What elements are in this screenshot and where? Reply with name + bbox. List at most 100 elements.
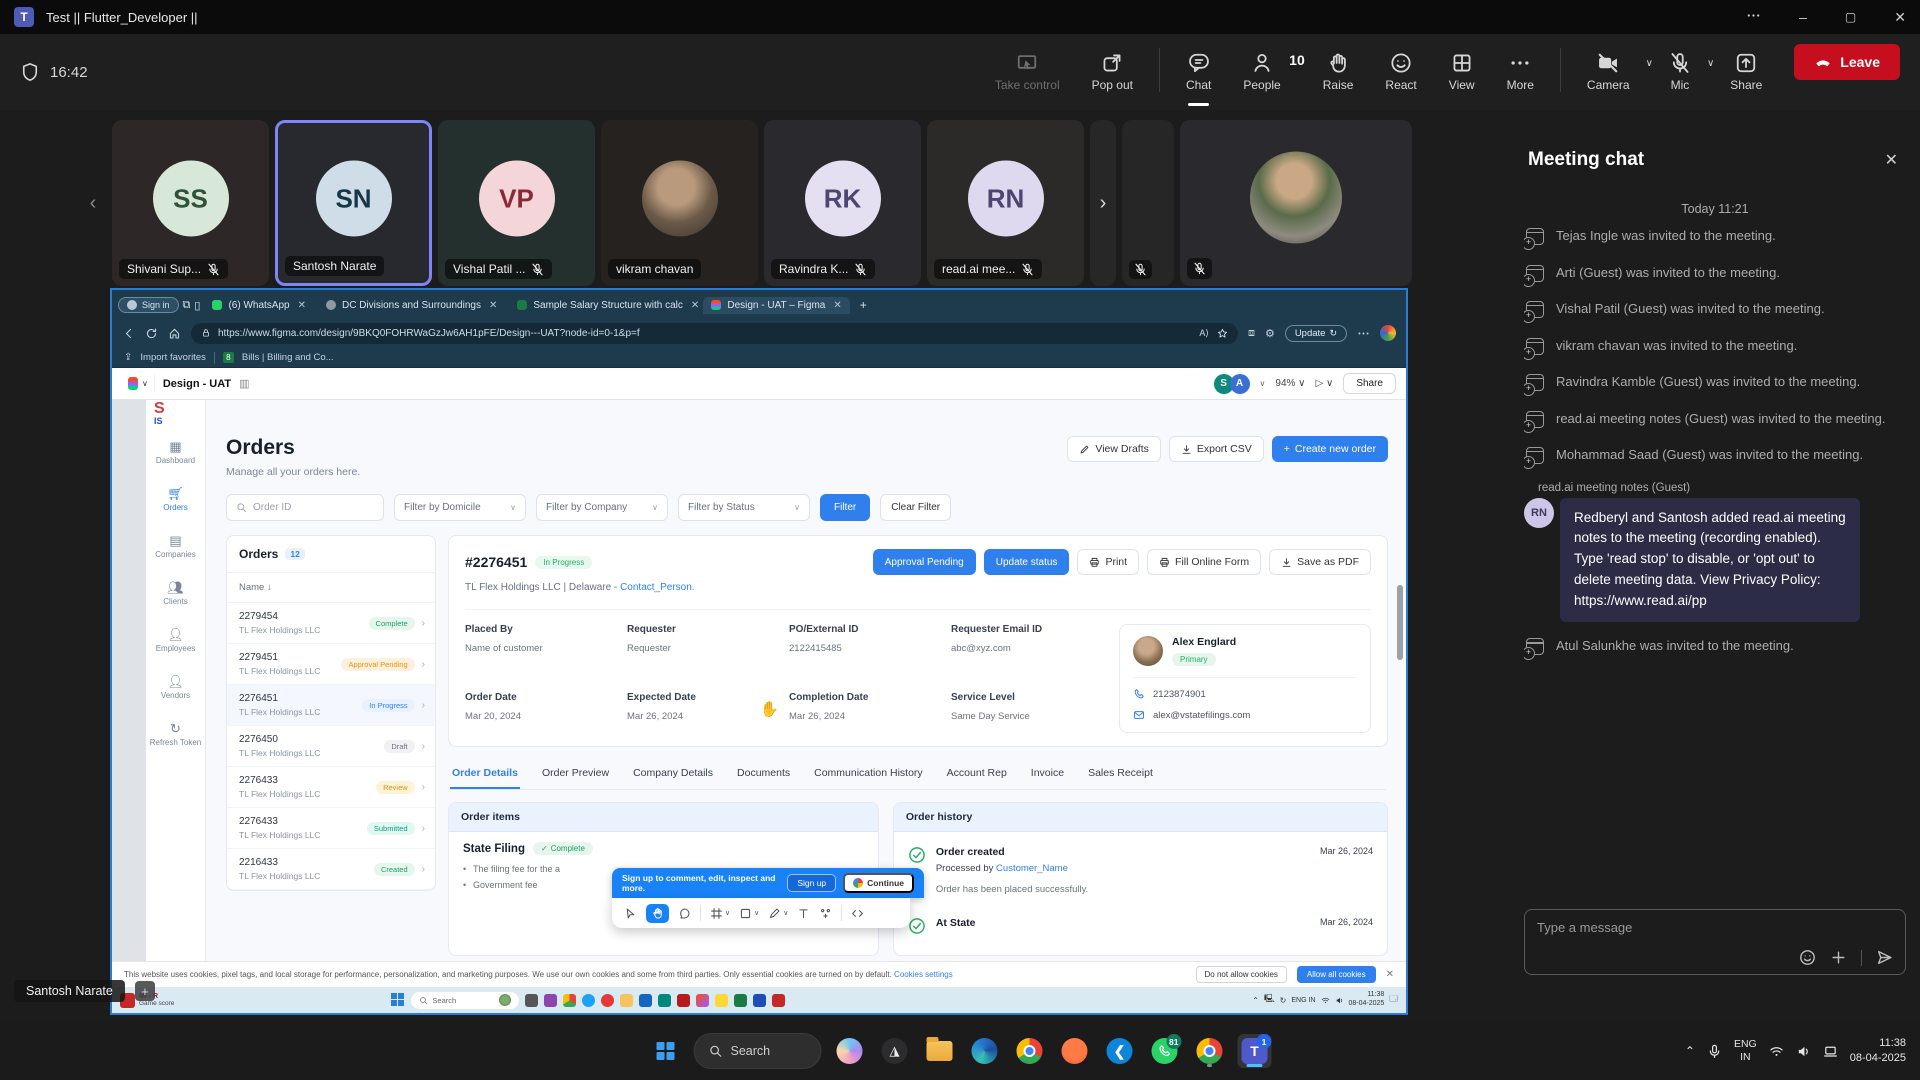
tiles-next-icon[interactable]: › [1090, 120, 1116, 286]
tray-expand-icon[interactable]: ⌃ [1685, 1044, 1695, 1058]
tab-actions-icon[interactable]: ⧉ [183, 299, 191, 312]
order-row[interactable]: 2276433TL Flex Holdings LLC Review› [227, 767, 435, 808]
google-continue-button[interactable]: Continue [843, 873, 914, 893]
app-icon[interactable] [696, 994, 709, 1007]
wifi-icon[interactable] [1769, 1044, 1784, 1059]
camera-button[interactable]: Camera [1571, 44, 1646, 100]
tab-documents[interactable]: Documents [735, 761, 792, 789]
tab-order-details[interactable]: Order Details [450, 761, 520, 789]
brave-icon[interactable] [1058, 1034, 1092, 1068]
home-icon[interactable] [168, 327, 181, 340]
tab-sales-receipt[interactable]: Sales Receipt [1086, 761, 1155, 789]
approval-pending-button[interactable]: Approval Pending [873, 549, 976, 575]
comment-tool-icon[interactable] [678, 907, 691, 920]
battery-icon[interactable] [1823, 1044, 1838, 1059]
refresh-icon[interactable] [145, 327, 158, 340]
app-icon[interactable] [544, 994, 557, 1007]
file-explorer-icon[interactable] [923, 1034, 957, 1068]
order-row[interactable]: 2276450TL Flex Holdings LLC Draft› [227, 726, 435, 767]
people-button[interactable]: People 10 [1227, 44, 1306, 100]
bookmark-item[interactable]: Bills | Billing and Co... [242, 352, 334, 363]
edge-icon[interactable] [968, 1034, 1002, 1068]
browser-menu-icon[interactable] [1357, 327, 1370, 340]
order-row[interactable]: 2279454TL Flex Holdings LLC Complete› [227, 603, 435, 644]
app-icon[interactable] [658, 994, 671, 1007]
pop-out-button[interactable]: Pop out [1076, 44, 1149, 100]
start-button[interactable] [391, 993, 405, 1007]
tab-invoice[interactable]: Invoice [1029, 761, 1066, 789]
cursor-app-icon[interactable]: ◮ [878, 1034, 912, 1068]
taskbar-clock[interactable]: 11:3808-04-2025 [1349, 991, 1385, 1009]
pen-tool-icon[interactable]: ∨ [768, 907, 788, 920]
tab-close-icon[interactable]: ✕ [298, 300, 306, 311]
attach-plus-icon[interactable] [1830, 949, 1847, 966]
start-button[interactable] [649, 1034, 683, 1068]
chat-input[interactable]: Type a message [1524, 909, 1906, 975]
emoji-icon[interactable] [1799, 949, 1816, 966]
app-icon[interactable] [563, 994, 576, 1007]
tab-close-icon[interactable]: ✕ [691, 300, 699, 311]
favorite-star-icon[interactable] [1217, 328, 1228, 339]
tab-order-preview[interactable]: Order Preview [540, 761, 611, 789]
bookmark-item[interactable]: Import favorites [140, 352, 205, 363]
allow-cookies-button[interactable]: Allow all cookies [1297, 966, 1376, 983]
tray-sync-icon[interactable]: ↻ [1280, 996, 1287, 1005]
tray-icon[interactable]: 🖳︎ [1264, 993, 1275, 1007]
customer-name-link[interactable]: Customer_Name [996, 863, 1068, 874]
order-id-search-input[interactable]: Order ID [226, 494, 384, 521]
cookie-close-icon[interactable]: ✕ [1386, 969, 1394, 980]
create-new-order-button[interactable]: + Create new order [1272, 436, 1388, 462]
layout-panel-icon[interactable]: ▥ [239, 377, 249, 390]
view-drafts-button[interactable]: View Drafts [1067, 436, 1161, 462]
new-tab-icon[interactable]: + [854, 298, 873, 312]
sidebar-item-dashboard[interactable]: ▦Dashboard [156, 440, 195, 465]
notification-icon[interactable]: 🗔︎ [1389, 993, 1398, 1007]
tab-account-rep[interactable]: Account Rep [945, 761, 1009, 789]
taskbar-clock[interactable]: 11:3808-04-2025 [1850, 1036, 1906, 1066]
order-row[interactable]: 2216433TL Flex Holdings LLC Created› [227, 849, 435, 890]
participant-tile[interactable]: RK Ravindra K... [764, 120, 921, 286]
speaker-icon[interactable] [1796, 1044, 1811, 1059]
language-indicator[interactable]: ENG IN [1291, 997, 1315, 1004]
presenter-add-icon[interactable]: + [135, 981, 155, 1001]
sidebar-item-orders[interactable]: 🛒︎Orders [163, 487, 187, 512]
shape-tool-icon[interactable]: ∨ [739, 907, 759, 920]
chrome-profile-icon[interactable] [1193, 1034, 1227, 1068]
mic-tray-icon[interactable] [1707, 1044, 1722, 1059]
react-button[interactable]: React [1369, 44, 1432, 100]
participant-tile-partial[interactable] [1122, 120, 1174, 286]
close-button[interactable]: ✕ [1894, 9, 1906, 26]
filter-status-select[interactable]: Filter by Status∨ [678, 494, 810, 521]
chrome-icon[interactable] [1013, 1034, 1047, 1068]
copilot-icon[interactable] [833, 1034, 867, 1068]
app-icon[interactable] [620, 994, 633, 1007]
back-icon[interactable] [122, 327, 135, 340]
cookies-settings-link[interactable]: Cookies settings [894, 970, 953, 979]
update-status-button[interactable]: Update status [984, 549, 1070, 575]
mic-button[interactable]: Mic [1653, 44, 1707, 100]
camera-options-chevron-icon[interactable]: ∨ [1646, 58, 1653, 100]
address-bar[interactable]: https://www.figma.com/design/9BKQ0FOHRWa… [191, 323, 1238, 344]
participant-tile[interactable]: vikram chavan [601, 120, 758, 286]
participant-tile[interactable]: RN read.ai mee... [927, 120, 1084, 286]
save-as-pdf-button[interactable]: Save as PDF [1269, 549, 1371, 575]
text-tool-icon[interactable] [797, 907, 810, 920]
chat-close-icon[interactable]: ✕ [1881, 146, 1902, 174]
name-column-header[interactable]: Name ↓ [227, 573, 435, 603]
maximize-button[interactable]: ▢ [1845, 10, 1856, 24]
wifi-icon[interactable] [1321, 996, 1330, 1005]
extensions-icon[interactable]: ⚙ [1265, 327, 1275, 340]
send-icon[interactable] [1876, 949, 1893, 966]
chat-button[interactable]: Chat [1170, 44, 1227, 100]
filter-company-select[interactable]: Filter by Company∨ [536, 494, 668, 521]
app-icon[interactable] [715, 994, 728, 1007]
figma-menu-button[interactable]: ∨ [122, 375, 155, 392]
tab-close-icon[interactable]: ✕ [833, 300, 841, 311]
browser-tab[interactable]: Sample Salary Structure with calc✕ [509, 297, 699, 314]
app-icon[interactable] [601, 994, 614, 1007]
app-icon[interactable] [582, 994, 595, 1007]
present-icon[interactable]: ▷ ∨ [1316, 378, 1334, 389]
sidebar-item-employees[interactable]: 👤︎Employees [156, 628, 196, 653]
filter-button[interactable]: Filter [820, 494, 870, 521]
app-icon[interactable] [639, 994, 652, 1007]
